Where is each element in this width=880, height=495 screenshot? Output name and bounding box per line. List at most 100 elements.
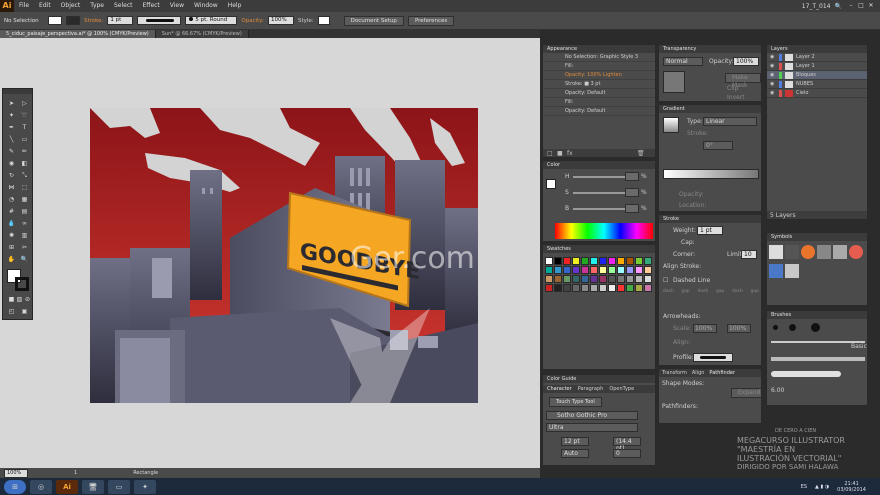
color-swatch[interactable] xyxy=(581,284,589,292)
dashed-line-checkbox[interactable]: ☐ xyxy=(663,277,668,284)
visibility-eye-icon[interactable]: ◉ xyxy=(770,62,776,71)
color-swatch[interactable] xyxy=(608,284,616,292)
direct-selection-tool-icon[interactable]: ▷ xyxy=(20,99,29,108)
color-swatch[interactable] xyxy=(617,266,625,274)
maximize-button[interactable]: □ xyxy=(856,2,866,10)
pen-tool-icon[interactable]: ✒ xyxy=(7,123,16,132)
color-swatch[interactable] xyxy=(608,275,616,283)
color-swatch[interactable] xyxy=(608,266,616,274)
color-swatch[interactable] xyxy=(581,266,589,274)
color-swatch[interactable] xyxy=(581,275,589,283)
color-swatch[interactable] xyxy=(590,275,598,283)
expand-button[interactable]: Expand xyxy=(731,388,761,398)
opacity-field[interactable]: 100% xyxy=(268,16,294,25)
font-family-select[interactable]: Sotho Gothic Pro xyxy=(546,411,638,420)
illustrator-taskbar-icon[interactable]: Ai xyxy=(56,479,78,494)
graph-tool-icon[interactable]: ▥ xyxy=(20,231,29,240)
make-mask-button[interactable]: Make Mask xyxy=(725,73,761,89)
workspace-switcher[interactable]: 17_T_014 xyxy=(802,3,831,10)
menu-window[interactable]: Window xyxy=(189,0,223,12)
blend-tool-icon[interactable]: ∞ xyxy=(20,219,29,228)
delete-icon[interactable]: 🗑 xyxy=(637,150,645,157)
stroke-weight-field[interactable]: 1 pt xyxy=(107,16,134,25)
brightness-field[interactable] xyxy=(625,204,639,213)
appearance-row-opacity-3[interactable]: Opacity: Default xyxy=(543,107,655,116)
symbol-splat-icon[interactable] xyxy=(785,245,799,259)
visibility-eye-icon[interactable]: ◉ xyxy=(770,71,776,80)
eyedropper-tool-icon[interactable]: 💧 xyxy=(7,219,16,228)
tab-character[interactable]: Character xyxy=(547,385,572,393)
color-swatch[interactable] xyxy=(581,257,589,265)
perspective-grid-tool-icon[interactable]: ▦ xyxy=(20,195,29,204)
color-swatch[interactable] xyxy=(617,257,625,265)
appearance-row-fill[interactable]: Fill: xyxy=(543,62,655,71)
menu-help[interactable]: Help xyxy=(223,0,247,12)
width-tool-icon[interactable]: ⋈ xyxy=(7,183,16,192)
mesh-tool-icon[interactable]: # xyxy=(7,207,16,216)
color-swatch[interactable] xyxy=(635,257,643,265)
menu-select[interactable]: Select xyxy=(109,0,138,12)
appearance-row-fill-2[interactable]: Fill: xyxy=(543,98,655,107)
layer-row[interactable]: ◉ Cielo xyxy=(767,89,867,98)
transparency-panel-title[interactable]: Transparency xyxy=(659,45,761,53)
symbol-gray-icon[interactable] xyxy=(785,264,799,278)
gradient-slider[interactable] xyxy=(663,169,759,179)
magic-wand-tool-icon[interactable]: ✦ xyxy=(7,111,16,120)
font-size-field[interactable]: 12 pt xyxy=(561,437,589,446)
color-swatch[interactable] xyxy=(590,284,598,292)
gradient-angle-field[interactable]: 0° xyxy=(703,141,733,150)
stroke-weight-field[interactable]: 1 pt xyxy=(697,226,723,235)
color-swatch[interactable] xyxy=(599,266,607,274)
tab-document-2[interactable]: Sun* @ 66.67% (CMYK/Preview) xyxy=(155,30,249,38)
color-swatch[interactable] xyxy=(572,257,580,265)
color-swatch[interactable] xyxy=(563,284,571,292)
color-swatch[interactable] xyxy=(554,284,562,292)
page-field[interactable]: 1 xyxy=(74,470,77,476)
brush-definition[interactable]: 5 pt. Round xyxy=(185,16,238,25)
artwork-illustration[interactable]: GOODBYE Ger.com xyxy=(90,108,478,403)
symbol-blue-icon[interactable] xyxy=(769,264,783,278)
color-panel-title[interactable]: Color xyxy=(543,161,655,169)
start-button[interactable]: ⊞ xyxy=(4,479,26,494)
color-swatch[interactable] xyxy=(545,275,553,283)
layers-panel-title[interactable]: Layers xyxy=(767,45,867,53)
stroke-color-box[interactable] xyxy=(15,277,29,291)
preferences-button[interactable]: Preferences xyxy=(407,15,455,26)
scale-field-start[interactable]: 100% xyxy=(693,324,717,333)
line-tool-icon[interactable]: ╲ xyxy=(7,135,16,144)
hue-slider[interactable] xyxy=(573,176,625,178)
visibility-eye-icon[interactable]: ◉ xyxy=(770,89,776,98)
blob-brush-tool-icon[interactable]: ◉ xyxy=(7,159,16,168)
miter-limit-field[interactable]: 10 xyxy=(741,250,757,259)
tray-icons[interactable]: ▲ ▮ ◑ xyxy=(815,484,829,490)
blend-mode-select[interactable]: Normal xyxy=(663,57,703,66)
selection-tool-icon[interactable]: ➤ xyxy=(7,99,16,108)
color-swatch[interactable] xyxy=(563,275,571,283)
color-guide-panel-title[interactable]: Color Guide xyxy=(543,375,655,383)
slice-tool-icon[interactable]: ✂ xyxy=(20,243,29,252)
free-transform-tool-icon[interactable]: ⬚ xyxy=(20,183,29,192)
tab-document-1[interactable]: 5_ciduc_paisaje_perspectiva.ai* @ 100% (… xyxy=(0,30,156,38)
tab-transform[interactable]: Transform xyxy=(662,369,687,377)
color-swatch[interactable] xyxy=(554,275,562,283)
gradient-tool-icon[interactable]: ▤ xyxy=(20,207,29,216)
tab-paragraph[interactable]: Paragraph xyxy=(578,385,604,393)
visibility-eye-icon[interactable]: ◉ xyxy=(770,80,776,89)
color-swatch[interactable] xyxy=(572,284,580,292)
swatches-panel-title[interactable]: Swatches xyxy=(543,245,655,253)
layer-row[interactable]: ◉ Layer 1 xyxy=(767,62,867,71)
app-icon[interactable]: ✦ xyxy=(134,479,156,494)
color-swatch[interactable] xyxy=(599,284,607,292)
brush-stroke-charcoal[interactable] xyxy=(771,357,865,361)
color-spectrum[interactable] xyxy=(555,223,653,239)
zoom-field[interactable]: 100% xyxy=(4,468,28,478)
gradient-panel-title[interactable]: Gradient xyxy=(659,105,761,113)
saturation-field[interactable] xyxy=(625,188,639,197)
tab-pathfinder[interactable]: Pathfinder xyxy=(709,369,735,377)
color-swatch[interactable] xyxy=(545,266,553,274)
stroke-swatch[interactable] xyxy=(66,16,80,25)
color-swatch[interactable] xyxy=(617,275,625,283)
color-fill-box[interactable] xyxy=(546,179,556,189)
hue-field[interactable] xyxy=(625,172,639,181)
menu-file[interactable]: File xyxy=(14,0,34,12)
